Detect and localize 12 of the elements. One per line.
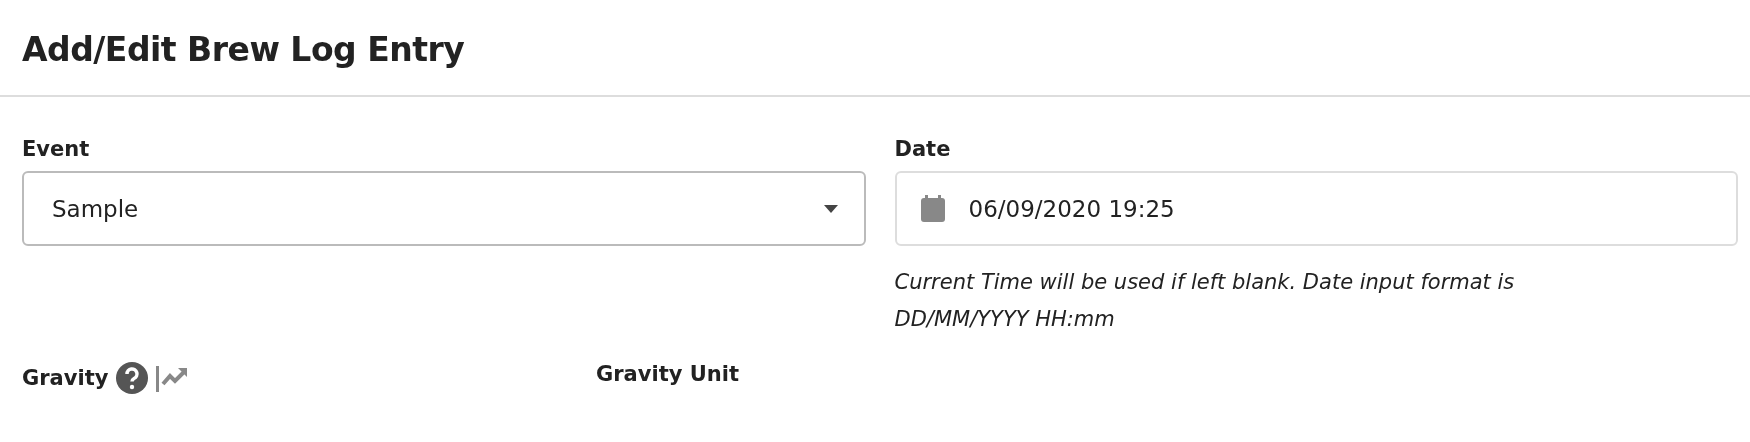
help-icon[interactable]: [116, 362, 149, 394]
page-title: Add/Edit Brew Log Entry: [22, 30, 466, 69]
chart-icon[interactable]: [156, 364, 189, 392]
caret-icon: [823, 204, 838, 213]
help-text: Current Time will be used if left blank. Date input format is DD/MM/YYYY HH:mm: [894, 269, 1516, 333]
field-label: Date: [894, 137, 952, 161]
field-label: Gravity: [22, 366, 109, 390]
field-label: Event: [22, 137, 91, 161]
field-label: Gravity Unit: [596, 362, 740, 386]
calendar-icon: [920, 195, 945, 222]
event-select[interactable]: Sample: [22, 171, 866, 246]
date-field[interactable]: 06/09/2020 19:25: [894, 171, 1738, 246]
